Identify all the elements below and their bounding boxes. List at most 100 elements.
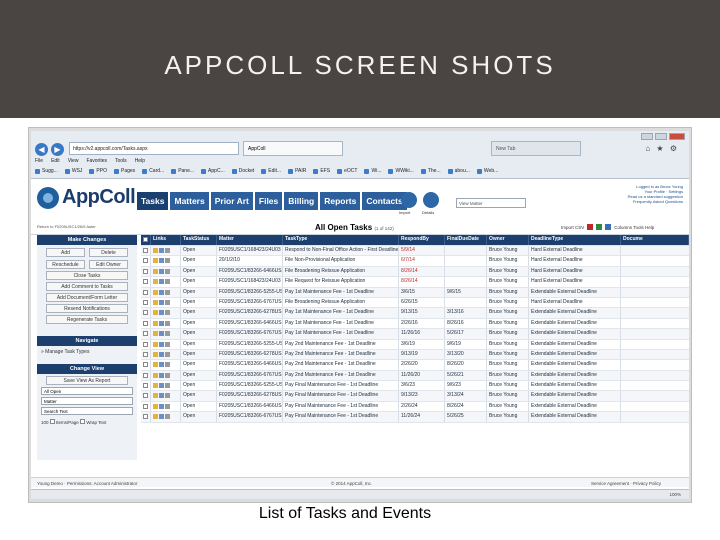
menu-help[interactable]: Help [135, 158, 145, 164]
row-select[interactable] [141, 256, 151, 266]
row-checkbox[interactable] [143, 362, 148, 368]
row-checkbox[interactable] [143, 320, 148, 326]
cell-task-type[interactable]: Pay 2nd Maintenance Fee - 1st Deadline [283, 360, 399, 370]
row-checkbox[interactable] [143, 403, 148, 409]
cell-matter[interactable]: F0205USC1/83266-6767US [217, 329, 283, 339]
favorite-link[interactable]: Card... [142, 168, 164, 174]
cell-task-type[interactable]: Pay Final Maintenance Fee - 1st Deadline [283, 412, 399, 422]
manage-task-types-link[interactable]: » Manage Task Types [37, 346, 137, 358]
row-links[interactable] [151, 391, 181, 401]
edit-icon[interactable] [159, 289, 164, 295]
row-links[interactable] [151, 297, 181, 308]
edit-icon[interactable] [159, 299, 164, 305]
browser-tab-new[interactable]: New Tab [491, 141, 581, 156]
row-select[interactable] [141, 349, 151, 360]
tab-tasks[interactable]: Tasks [137, 192, 169, 210]
note-icon[interactable] [165, 320, 170, 326]
edit-owner-button[interactable]: Edit Owner [89, 260, 128, 269]
cell-matter[interactable]: F0205USC1/83266-6466US [217, 266, 283, 277]
excel-icon[interactable] [596, 224, 603, 230]
favorite-link[interactable]: PAIR [288, 168, 306, 174]
header-final-due-date[interactable]: FinalDueDate [445, 235, 487, 245]
cell-task-type[interactable]: File Request for Reissue Application [283, 277, 399, 287]
folder-icon[interactable] [153, 393, 158, 399]
row-select[interactable] [141, 329, 151, 339]
note-icon[interactable] [165, 351, 170, 357]
tab-matters[interactable]: Matters [170, 192, 209, 210]
add-comment-button[interactable]: Add Comment to Tasks [46, 282, 128, 291]
save-view-button[interactable]: Save View As Report [46, 376, 128, 385]
edit-icon[interactable] [159, 362, 164, 368]
edit-icon[interactable] [159, 248, 164, 253]
favorite-link[interactable]: AppC... [201, 168, 225, 174]
favorite-link[interactable]: Wi... [364, 168, 381, 174]
close-tasks-button[interactable]: Close Tasks [46, 271, 128, 280]
edit-icon[interactable] [159, 279, 164, 285]
row-links[interactable] [151, 339, 181, 349]
row-select[interactable] [141, 246, 151, 256]
row-checkbox[interactable] [143, 248, 148, 253]
clock-icon[interactable] [423, 192, 439, 208]
matter-search-input[interactable]: View Matter [456, 198, 526, 208]
cell-matter[interactable]: F0205USC1/83266-6767US [217, 370, 283, 381]
minimize-button[interactable] [641, 133, 653, 140]
note-icon[interactable] [165, 299, 170, 305]
table-row[interactable]: Open F0205USC1/83266-6278US Pay Final Main… [141, 391, 689, 402]
note-icon[interactable] [165, 362, 170, 368]
edit-icon[interactable] [159, 331, 164, 337]
header-owner[interactable]: Owner [487, 235, 529, 245]
folder-icon[interactable] [153, 268, 158, 274]
table-row[interactable]: Open F0205USC1/83266-6767US Pay 2nd Mainte… [141, 370, 689, 382]
row-select[interactable] [141, 370, 151, 381]
filter-select[interactable]: All Open [41, 387, 133, 395]
row-links[interactable] [151, 266, 181, 277]
favorite-link[interactable]: Pages [113, 168, 135, 174]
add-document-button[interactable]: Add Document/Form Letter [46, 293, 128, 302]
header-links[interactable]: Links [151, 235, 181, 245]
favorite-link[interactable]: The... [420, 168, 441, 174]
table-row[interactable]: Open F0205USC1/168423/24U03 File Request f… [141, 277, 689, 288]
browser-toolbar-icons[interactable]: ⌂ ★ ⚙ [645, 144, 679, 153]
cell-task-type[interactable]: File Broadening Reissue Application [283, 266, 399, 277]
row-checkbox[interactable] [143, 299, 148, 305]
close-window-button[interactable] [669, 133, 685, 140]
edit-icon[interactable] [159, 351, 164, 357]
row-checkbox[interactable] [143, 351, 148, 357]
row-checkbox[interactable] [143, 383, 148, 389]
folder-icon[interactable] [153, 310, 158, 316]
folder-icon[interactable] [153, 403, 158, 409]
row-checkbox[interactable] [143, 372, 148, 378]
header-document[interactable]: Docume [621, 235, 689, 245]
items-per-page-checkbox[interactable] [49, 419, 55, 424]
browser-tab-appcoll[interactable]: AppColl [243, 141, 343, 156]
tab-billing[interactable]: Billing [284, 192, 319, 210]
row-checkbox[interactable] [143, 393, 148, 399]
table-row[interactable]: Open F0205USC1/168423/24U03 Respond to Non… [141, 246, 689, 257]
menu-favorites[interactable]: Favorites [86, 158, 107, 164]
row-checkbox[interactable] [143, 268, 148, 274]
menu-tools[interactable]: Tools [115, 158, 127, 164]
list-options[interactable]: Columns Tools Help [614, 225, 654, 230]
table-row[interactable]: Open F0205USC1/83266-6466US File Broadenin… [141, 266, 689, 278]
table-row[interactable]: Open F0205USC1/83266-5255-US Pay 1st Maint… [141, 287, 689, 298]
reschedule-button[interactable]: Reschedule [46, 260, 85, 269]
note-icon[interactable] [165, 258, 170, 264]
matter-select[interactable]: Matter [41, 397, 133, 405]
row-select[interactable] [141, 391, 151, 401]
folder-icon[interactable] [153, 372, 158, 378]
note-icon[interactable] [165, 248, 170, 253]
favorite-link[interactable]: WWiki... [388, 168, 414, 174]
regenerate-tasks-button[interactable]: Regenerate Tasks [46, 315, 128, 324]
back-arrow-icon[interactable]: ◀ [35, 142, 48, 156]
cell-task-type[interactable]: Pay Final Maintenance Fee - 1st Deadline [283, 401, 399, 412]
folder-icon[interactable] [153, 299, 158, 305]
delete-button[interactable]: Delete [89, 248, 128, 257]
note-icon[interactable] [165, 383, 170, 389]
row-checkbox[interactable] [143, 289, 148, 295]
row-links[interactable] [151, 381, 181, 391]
row-links[interactable] [151, 370, 181, 381]
folder-icon[interactable] [153, 248, 158, 253]
folder-icon[interactable] [153, 258, 158, 264]
note-icon[interactable] [165, 341, 170, 347]
edit-icon[interactable] [159, 310, 164, 316]
